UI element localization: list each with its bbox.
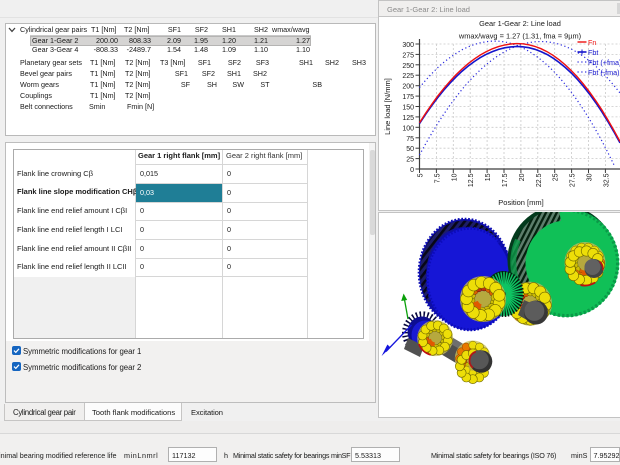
svg-text:32.5: 32.5 — [603, 173, 610, 187]
svg-text:27.5: 27.5 — [570, 173, 577, 187]
svg-text:150: 150 — [402, 105, 414, 112]
svg-text:25: 25 — [553, 173, 560, 181]
svg-text:100: 100 — [402, 125, 414, 132]
svg-text:20: 20 — [519, 173, 526, 181]
svg-text:22.5: 22.5 — [536, 173, 543, 187]
svg-text:Position [mm]: Position [mm] — [498, 198, 543, 207]
svg-text:10: 10 — [451, 173, 458, 181]
svg-text:5: 5 — [418, 173, 425, 177]
svg-text:17.5: 17.5 — [502, 173, 509, 187]
svg-text:7.5: 7.5 — [434, 173, 441, 183]
svg-text:15: 15 — [485, 173, 492, 181]
svg-text:Fn: Fn — [588, 38, 596, 47]
svg-text:Fbt: Fbt — [588, 48, 598, 57]
svg-text:50: 50 — [406, 146, 414, 153]
svg-text:25: 25 — [406, 157, 414, 164]
svg-text:275: 275 — [402, 52, 414, 59]
svg-text:Fbt (-fma): Fbt (-fma) — [588, 68, 620, 77]
svg-text:wmax/wavg = 1.27 (1.31, fma =: wmax/wavg = 1.27 (1.31, fma = 9µm) — [458, 32, 581, 41]
svg-text:Fbt (+fma): Fbt (+fma) — [588, 58, 620, 67]
svg-text:175: 175 — [402, 94, 414, 101]
svg-text:75: 75 — [406, 136, 414, 143]
svg-text:Line load [N/mm]: Line load [N/mm] — [383, 78, 392, 135]
svg-text:200: 200 — [402, 84, 414, 91]
svg-text:225: 225 — [402, 73, 414, 80]
svg-text:30: 30 — [587, 173, 594, 181]
svg-text:125: 125 — [402, 115, 414, 122]
svg-text:Gear 1-Gear 2: Line load: Gear 1-Gear 2: Line load — [479, 19, 561, 28]
svg-text:0: 0 — [410, 167, 414, 174]
svg-text:12.5: 12.5 — [468, 173, 475, 187]
svg-text:300: 300 — [402, 42, 414, 49]
svg-text:250: 250 — [402, 63, 414, 70]
